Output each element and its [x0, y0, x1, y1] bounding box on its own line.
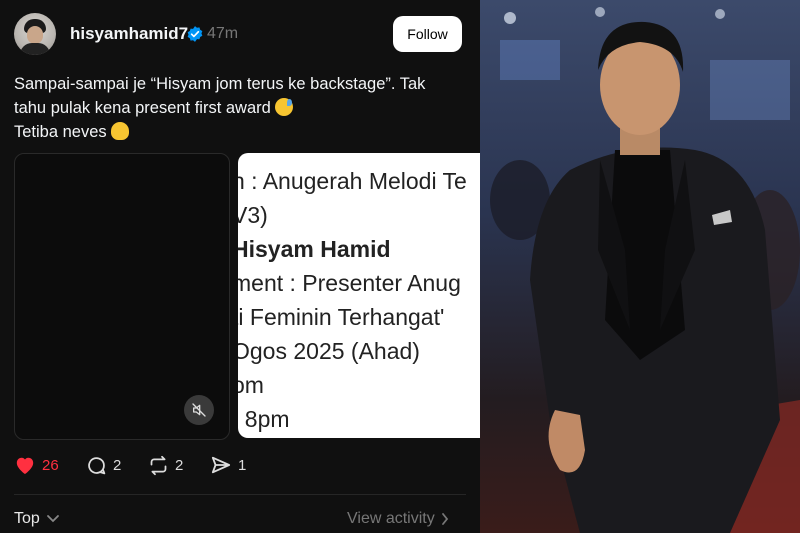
post-timestamp: 47m — [207, 25, 239, 42]
comment-count: 2 — [113, 457, 122, 474]
repost-count: 2 — [175, 457, 184, 474]
grinning-sweat-emoji-icon — [274, 98, 293, 116]
verified-badge-icon — [187, 26, 203, 42]
doc-line: V3) — [238, 202, 268, 228]
comment-button[interactable]: 2 — [86, 455, 121, 476]
document-image[interactable]: n : Anugerah Melodi Te V3) Hisyam Hamid … — [238, 153, 480, 438]
chevron-right-icon — [441, 513, 448, 525]
share-button[interactable]: 1 — [210, 455, 246, 475]
post-caption: Sampai-sampai je “Hisyam jom terus ke ba… — [14, 72, 464, 144]
doc-line: ti Feminin Terhangat' — [238, 304, 445, 330]
event-photo[interactable] — [480, 0, 800, 533]
sort-label: Top — [14, 510, 40, 527]
share-count: 1 — [238, 456, 247, 474]
view-activity-label: View activity — [347, 510, 435, 527]
doc-line: Ogos 2025 (Ahad) — [238, 338, 420, 364]
doc-line: ment : Presenter Anug — [238, 270, 461, 296]
username-link[interactable]: hisyamhamid7 — [70, 24, 188, 44]
avatar[interactable] — [14, 13, 56, 55]
heart-filled-icon — [16, 457, 34, 475]
follow-button[interactable]: Follow — [393, 16, 462, 52]
doc-line: Hisyam Hamid — [238, 236, 391, 262]
like-button[interactable]: 26 — [14, 455, 59, 475]
like-count: 26 — [42, 456, 59, 474]
repost-button[interactable]: 2 — [148, 455, 183, 476]
sort-dropdown[interactable]: Top — [14, 510, 60, 528]
repost-icon — [150, 455, 167, 476]
caption-line-2: tahu pulak kena present first award — [14, 99, 271, 117]
divider — [14, 494, 466, 495]
doc-line: : 8pm — [238, 406, 290, 432]
comment-bubble-icon — [88, 457, 106, 475]
mute-toggle-button[interactable] — [184, 395, 214, 425]
send-icon — [211, 456, 231, 474]
doc-line: n : Anugerah Melodi Te — [238, 168, 467, 194]
doc-line: om — [238, 372, 264, 398]
speaker-muted-icon — [192, 403, 206, 417]
chevron-down-icon — [46, 515, 59, 523]
action-bar: 26 2 2 1 — [14, 455, 474, 479]
caption-line-3: Tetiba neves — [14, 123, 107, 141]
post-panel: hisyamhamid7 47m Follow Sampai-sampai je… — [0, 0, 480, 533]
caption-line-1: Sampai-sampai je “Hisyam jom terus ke ba… — [14, 75, 426, 93]
man-in-tuxedo-photo — [480, 0, 800, 533]
melting-face-emoji-icon — [110, 122, 129, 140]
view-activity-link[interactable]: View activity — [347, 510, 449, 528]
